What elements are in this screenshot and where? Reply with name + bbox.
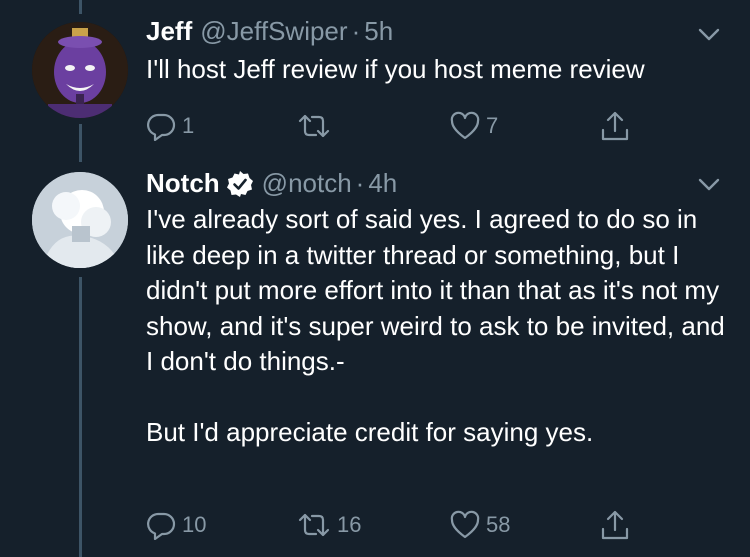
tweet-header: Jeff @JeffSwiper · 5h: [146, 16, 393, 47]
share-icon: [601, 510, 629, 540]
retweet-count: 16: [337, 512, 362, 537]
timestamp[interactable]: 4h: [368, 168, 397, 199]
tweet-header: Notch @notch · 4h: [146, 168, 397, 199]
reply-count: 10: [182, 512, 207, 537]
thread-line-bottom: [79, 277, 82, 557]
like-count: 58: [486, 512, 511, 537]
chevron-down-icon[interactable]: [698, 178, 720, 192]
tweet-text: I've already sort of said yes. I agreed …: [146, 204, 725, 447]
verified-badge-icon: [226, 170, 253, 197]
chevron-down-icon[interactable]: [698, 28, 720, 42]
display-name[interactable]: Notch: [146, 168, 220, 199]
like-button[interactable]: 7: [450, 111, 498, 141]
separator-dot: ·: [355, 168, 365, 198]
separator-dot: ·: [351, 16, 361, 46]
timestamp[interactable]: 5h: [364, 16, 393, 47]
display-name[interactable]: Jeff: [146, 16, 192, 47]
reply-button[interactable]: 10: [146, 510, 206, 540]
heart-icon: [450, 510, 480, 539]
thread-line-middle: [79, 124, 82, 162]
heart-icon: [450, 111, 480, 140]
avatar-image: [32, 172, 128, 268]
retweet-icon: [298, 114, 330, 138]
retweet-button[interactable]: [297, 111, 337, 141]
avatar-image: [32, 22, 128, 118]
reply-count: 1: [182, 113, 195, 138]
share-icon: [601, 111, 629, 141]
thread-line-top: [79, 0, 82, 14]
like-count: 7: [486, 113, 499, 138]
user-handle[interactable]: @notch: [262, 168, 352, 199]
reply-button[interactable]: 1: [146, 111, 194, 141]
avatar[interactable]: [32, 172, 128, 268]
tweet-text: I'll host Jeff review if you host meme r…: [146, 54, 645, 84]
reply-icon: [147, 512, 176, 540]
avatar[interactable]: [32, 22, 128, 118]
retweet-button[interactable]: 16: [297, 510, 361, 540]
user-handle[interactable]: @JeffSwiper: [200, 16, 347, 47]
share-button[interactable]: [600, 110, 630, 142]
share-button[interactable]: [600, 509, 630, 541]
like-button[interactable]: 58: [450, 510, 510, 540]
retweet-icon: [298, 513, 330, 537]
reply-icon: [147, 113, 176, 141]
